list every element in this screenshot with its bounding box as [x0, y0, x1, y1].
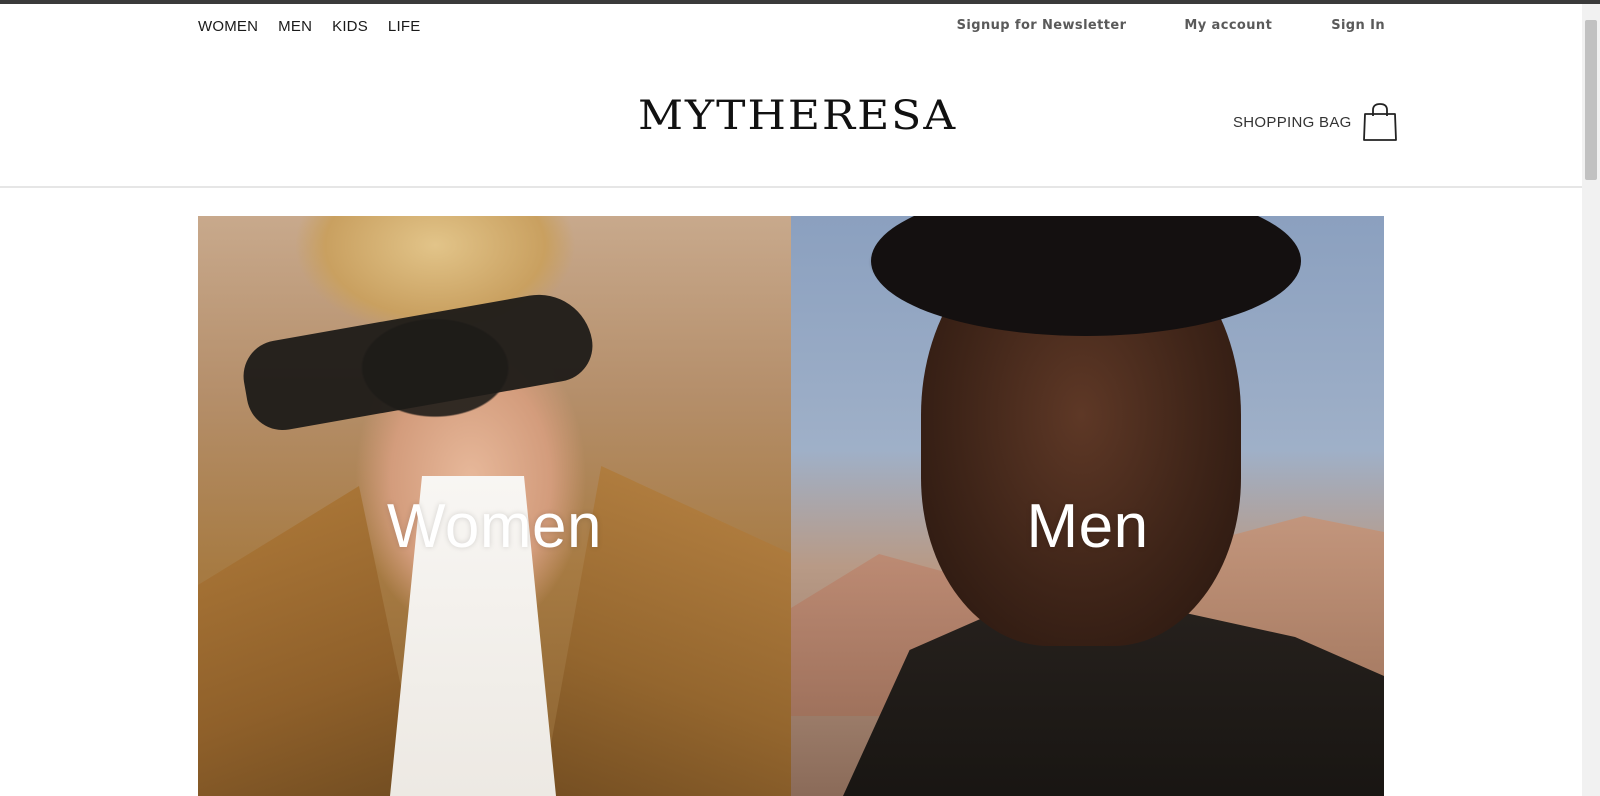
utility-bar: WOMEN MEN KIDS LIFE Signup for Newslette… — [198, 18, 1385, 44]
nav-life[interactable]: LIFE — [388, 18, 420, 35]
scrollbar-thumb[interactable] — [1585, 20, 1597, 180]
account-nav: Signup for Newsletter My account Sign In — [957, 18, 1385, 33]
nav-kids[interactable]: KIDS — [332, 18, 368, 35]
hero-men-label: Men — [1026, 492, 1149, 561]
sign-in-link[interactable]: Sign In — [1331, 18, 1385, 33]
newsletter-signup-link[interactable]: Signup for Newsletter — [957, 18, 1127, 33]
hero-men-panel[interactable]: Men — [791, 216, 1384, 796]
header-divider — [0, 186, 1582, 188]
department-nav: WOMEN MEN KIDS LIFE — [198, 18, 420, 35]
shopping-bag-button[interactable]: SHOPPING BAG — [1233, 102, 1398, 142]
shopping-bag-label: SHOPPING BAG — [1233, 113, 1352, 131]
nav-men[interactable]: MEN — [278, 18, 312, 35]
hero-men-hair — [871, 216, 1301, 336]
vertical-scrollbar[interactable] — [1582, 4, 1600, 796]
my-account-link[interactable]: My account — [1184, 18, 1272, 33]
hero-women-sunglasses — [237, 286, 599, 436]
site-logo[interactable]: MYTHERESA — [638, 96, 957, 136]
hero-banner: Women Men — [198, 216, 1385, 796]
shopping-bag-icon — [1362, 103, 1397, 141]
hero-women-panel[interactable]: Women — [198, 216, 791, 796]
page: WOMEN MEN KIDS LIFE Signup for Newslette… — [0, 4, 1582, 796]
site-header: MYTHERESA SHOPPING BAG — [0, 66, 1582, 176]
nav-women[interactable]: WOMEN — [198, 18, 258, 35]
hero-women-label: Women — [387, 492, 602, 561]
